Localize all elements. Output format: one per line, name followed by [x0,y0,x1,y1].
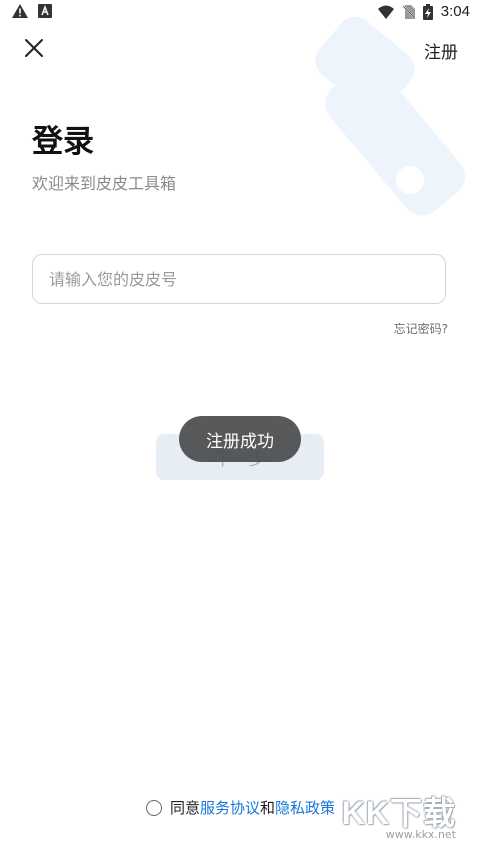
account-input-box [32,254,446,304]
agree-radio[interactable] [146,799,162,816]
warning-icon [12,4,28,18]
close-icon[interactable] [22,36,46,60]
page-title: 登录 [32,124,94,160]
wifi-icon [377,5,394,19]
no-sim-icon [402,4,415,19]
terms-link[interactable]: 服务协议 [200,797,260,818]
account-input[interactable] [33,255,445,303]
status-time: 3:04 [440,3,470,20]
agree-prefix: 同意 [170,799,201,817]
welcome-subtitle: 欢迎来到皮皮工具箱 [32,174,177,193]
site-watermark: KK下载 www.kkx.net [342,788,456,841]
forgot-password-link[interactable]: 忘记密码? [394,320,448,337]
register-link[interactable]: 注册 [424,38,458,63]
agree-conjunction: 和 [260,799,276,817]
battery-charging-icon [422,3,433,20]
toast-text: 注册成功 [206,431,274,452]
privacy-link[interactable]: 隐私政策 [275,797,335,818]
agreement-row: 同意 服务协议 和 隐私政策 [146,797,335,818]
toast-message: 注册成功 [179,416,301,462]
font-icon [38,4,52,18]
status-bar: 3:04 [0,0,480,26]
